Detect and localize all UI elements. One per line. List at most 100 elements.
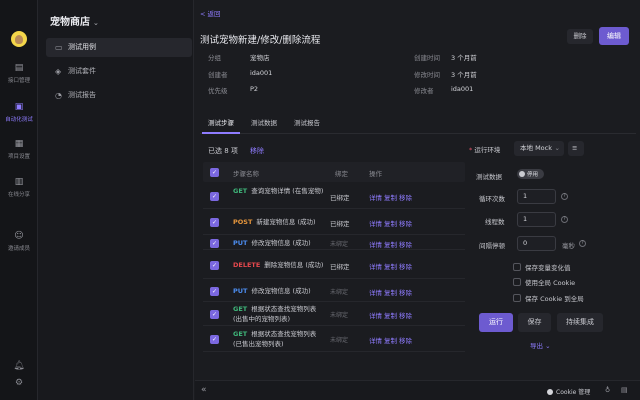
sidebar-item-test-cases[interactable]: ▭ 测试用例 xyxy=(46,38,192,57)
rail-item-api[interactable]: ▤ 接口管理 xyxy=(0,63,38,85)
continuous-integration-button[interactable]: 持续集成 xyxy=(557,313,603,332)
loops-label: 循环次数 xyxy=(479,195,505,203)
edit-button[interactable]: 编辑 xyxy=(599,27,629,45)
table-row[interactable]: ✓ GET 查询宠物详情 (在售宠物) 已绑定 详情 复制 移除 xyxy=(203,182,465,209)
save-button[interactable]: 保存 xyxy=(518,313,551,332)
table-row[interactable]: ✓ PUT 修改宠物信息 (成功) 未绑定 详情 复制 移除 xyxy=(203,235,465,250)
bell-icon[interactable]: 🔔︎ xyxy=(0,361,38,371)
collapse-sidebar-icon[interactable]: « xyxy=(201,385,207,395)
back-link[interactable]: < 返回 xyxy=(200,8,221,18)
invite-icon: ☺ xyxy=(14,231,24,241)
env-label: * 运行环境 xyxy=(469,146,501,154)
cookie-manager-button[interactable]: Cookie 管理 xyxy=(547,387,590,396)
step-name: GET 查询宠物详情 (在售宠物) xyxy=(233,186,325,196)
remove-link[interactable]: 移除 xyxy=(399,194,412,202)
rail-item-invite[interactable]: ☺ 邀请成员 xyxy=(0,231,38,253)
rail-item-automation[interactable]: ▣ 自动化测试 xyxy=(0,103,38,124)
row-checkbox[interactable]: ✓ xyxy=(210,261,219,270)
copy-link[interactable]: 复制 xyxy=(384,241,397,249)
export-dropdown[interactable]: 导出 ⌄ xyxy=(530,340,551,350)
remove-link[interactable]: 移除 xyxy=(399,289,412,297)
remove-link[interactable]: 移除 xyxy=(399,312,412,320)
remove-link[interactable]: 移除 xyxy=(399,220,412,228)
rail-item-settings[interactable]: ▦ 项目设置 xyxy=(0,140,38,161)
meta-key: 修改者 xyxy=(414,87,434,95)
sidebar-item-test-reports[interactable]: ◔ 测试报告 xyxy=(46,86,192,105)
sidebar: 宠物商店 ⌄ ▭ 测试用例 ◈ 测试套件 ◔ 测试报告 xyxy=(38,0,194,400)
project-name: 宠物商店 xyxy=(50,17,90,28)
avatar[interactable] xyxy=(11,31,27,47)
notes-icon[interactable]: ▤ xyxy=(621,386,628,394)
chevron-down-icon: ⌄ xyxy=(554,144,560,152)
interval-input[interactable]: 0 xyxy=(517,236,556,251)
row-actions: 详情 复制 移除 xyxy=(369,310,414,320)
table-row[interactable]: ✓ POST 新建宠物信息 (成功) 已绑定 详情 复制 移除 xyxy=(203,209,465,235)
env-settings-button[interactable]: ≡ xyxy=(568,141,584,156)
remove-link[interactable]: 移除 xyxy=(399,337,412,345)
test-data-toggle[interactable]: 停用 xyxy=(517,169,544,179)
row-checkbox[interactable]: ✓ xyxy=(210,218,219,227)
step-name: PUT 修改宠物信息 (成功) xyxy=(233,238,325,248)
detail-link[interactable]: 详情 xyxy=(369,263,382,271)
run-button[interactable]: 运行 xyxy=(479,313,513,332)
help-icon[interactable]: ? xyxy=(579,240,586,247)
threads-input[interactable]: 1 xyxy=(517,212,556,227)
detail-link[interactable]: 详情 xyxy=(369,194,382,202)
table-row[interactable]: ✓ GET 根据状态查找宠物列表 (出售中的宠物列表) 未绑定 详情 复制 移除 xyxy=(203,302,465,326)
project-switcher[interactable]: 宠物商店 ⌄ xyxy=(50,13,99,28)
detail-link[interactable]: 详情 xyxy=(369,220,382,228)
copy-link[interactable]: 复制 xyxy=(384,289,397,297)
save-cookie-checkbox[interactable]: 保存 Cookie 到全局 xyxy=(513,293,584,303)
checkbox-box xyxy=(513,278,521,286)
bulb-icon[interactable]: ♁ xyxy=(605,386,610,394)
copy-link[interactable]: 复制 xyxy=(384,220,397,228)
env-select[interactable]: 本地 Mock ⌄ xyxy=(514,141,564,156)
page-title: 测试宠物新建/修改/删除流程 xyxy=(200,35,321,46)
meta-key: 分组 xyxy=(208,54,221,62)
select-all-checkbox[interactable]: ✓ xyxy=(210,168,219,177)
remove-selected-link[interactable]: 移除 xyxy=(250,146,264,156)
save-vars-checkbox[interactable]: 保存变量变化值 xyxy=(513,262,571,272)
copy-link[interactable]: 复制 xyxy=(384,312,397,320)
row-checkbox[interactable]: ✓ xyxy=(210,335,219,344)
step-title: 查询宠物详情 (在售宠物) xyxy=(251,187,324,195)
binding-status: 未绑定 xyxy=(330,289,349,296)
api-icon: ▤ xyxy=(14,63,24,73)
tab-test-steps[interactable]: 测试步骤 xyxy=(208,117,234,127)
table-row[interactable]: ✓ GET 根据状态查找宠物列表 (已售出宠物列表) 未绑定 详情 复制 移除 xyxy=(203,326,465,352)
gear-icon[interactable]: ⚙ xyxy=(0,378,38,388)
table-row[interactable]: ✓ DELETE 删除宠物信息 (成功) 已绑定 详情 复制 移除 xyxy=(203,250,465,279)
help-icon[interactable]: ? xyxy=(561,193,568,200)
row-checkbox[interactable]: ✓ xyxy=(210,287,219,296)
remove-link[interactable]: 移除 xyxy=(399,263,412,271)
meta-key: 修改时间 xyxy=(414,71,440,79)
remove-link[interactable]: 移除 xyxy=(399,241,412,249)
checkbox-box xyxy=(513,263,521,271)
detail-link[interactable]: 详情 xyxy=(369,312,382,320)
selection-count: 已选 8 项 xyxy=(208,147,238,155)
tab-test-data[interactable]: 测试数据 xyxy=(251,117,277,127)
detail-link[interactable]: 详情 xyxy=(369,289,382,297)
table-row[interactable]: ✓ PUT 修改宠物信息 (成功) 未绑定 详情 复制 移除 xyxy=(203,279,465,302)
copy-link[interactable]: 复制 xyxy=(384,194,397,202)
row-checkbox[interactable]: ✓ xyxy=(210,310,219,319)
row-checkbox[interactable]: ✓ xyxy=(210,239,219,248)
detail-link[interactable]: 详情 xyxy=(369,241,382,249)
rail-item-share[interactable]: ▥ 在线分享 xyxy=(0,178,38,199)
step-name: GET 根据状态查找宠物列表 (出售中的宠物列表) xyxy=(233,304,325,324)
loops-input[interactable]: 1 xyxy=(517,189,556,204)
binding-status: 已绑定 xyxy=(330,220,350,228)
nav-rail: ▤ 接口管理 ▣ 自动化测试 ▦ 项目设置 ▥ 在线分享 ☺ 邀请成员 🔔︎ ⚙ xyxy=(0,0,38,400)
copy-link[interactable]: 复制 xyxy=(384,337,397,345)
tab-test-reports[interactable]: 测试报告 xyxy=(294,117,320,127)
binding-status: 未绑定 xyxy=(330,241,349,248)
meta-value: ida001 xyxy=(451,85,474,93)
detail-link[interactable]: 详情 xyxy=(369,337,382,345)
row-checkbox[interactable]: ✓ xyxy=(210,192,219,201)
copy-link[interactable]: 复制 xyxy=(384,263,397,271)
global-cookie-checkbox[interactable]: 使用全局 Cookie xyxy=(513,277,575,287)
help-icon[interactable]: ? xyxy=(561,216,568,223)
rail-item-label: 邀请成员 xyxy=(7,246,30,252)
delete-button[interactable]: 删除 xyxy=(567,29,593,44)
sidebar-item-test-suites[interactable]: ◈ 测试套件 xyxy=(46,62,192,81)
